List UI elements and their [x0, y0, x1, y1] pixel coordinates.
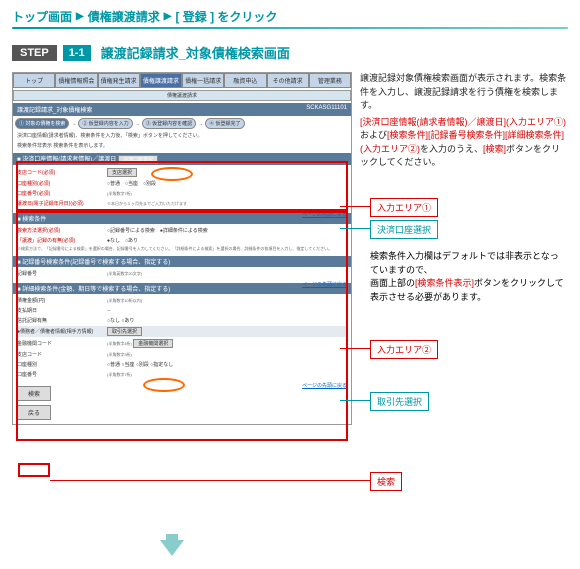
section-account-header: ■ 決済口座情報(請求者情報)／譲渡日 決済口座選択 — [13, 153, 351, 165]
branch-code-label: 支店コード(必須) — [17, 169, 107, 176]
page-top-link-3[interactable]: ページの先頭に戻る — [302, 382, 347, 389]
callout-account-select: 決済口座選択 — [370, 220, 438, 239]
panel-title: 譲渡記録請求_対象債権検索 — [17, 105, 92, 114]
chevron-right-icon: ▶ — [76, 11, 84, 22]
account-number-label: 口座番号(必須) — [17, 190, 107, 197]
hide-search-note: 検索条件非表示 検索条件を表示します。 — [13, 141, 351, 151]
account-type-2-label: 口座種別 — [17, 361, 107, 368]
instruction-text: 決済口座情報(請求者情報)、検索条件を入力後、「検索」ボタンを押してください。 — [13, 131, 351, 141]
section-search-header: ■ 検索条件 — [13, 213, 351, 224]
account-type-label: 口座種別(必須) — [17, 180, 107, 187]
panel-code: SCKASG11101 — [306, 105, 347, 114]
breadcrumb-b: 債権譲渡請求 — [88, 8, 160, 25]
account-type-2-radios[interactable]: ○普通 ○当座 ○別段 ○指定なし — [107, 361, 347, 368]
search-method-label: 検索方法選択(必須) — [17, 227, 107, 234]
tab-loan[interactable]: 融資申込 — [224, 73, 266, 88]
breadcrumb-a: トップ画面 — [12, 8, 72, 25]
wizard-step-4: ④ 仮登録完了 — [205, 118, 244, 129]
breadcrumb-c: [ 登録 ] をクリック — [175, 8, 277, 25]
section-record-no-header: ■ 記録番号検索条件(記録番号で検索する場合、指定する) — [13, 256, 351, 267]
step-bar: STEP 1-1 譲渡記録請求_対象債権検索画面 — [0, 43, 580, 72]
branch-code-2-label: 支店コード — [17, 351, 107, 358]
select-account-button[interactable]: 決済口座選択 — [118, 155, 158, 164]
record-no-label: 記録番号 — [17, 270, 107, 277]
page-top-link[interactable]: ページの先頭に戻る — [302, 211, 347, 218]
desc-p2: [決済口座情報(請求者情報)／譲渡日](入力エリア①)および[検索条件][記録番… — [360, 116, 568, 170]
desc-p3b: 画面上部の[検索条件表示]ボタンをクリックして表示させる必要があります。 — [370, 277, 565, 304]
tab-other[interactable]: その他請求 — [267, 73, 309, 88]
section-detail-header: ■ 詳細検索条件(金額、期日等で検索する場合、指定する) — [13, 283, 351, 294]
callout-input-area-2: 入力エリア② — [370, 340, 438, 359]
search-button[interactable]: 検索 — [17, 386, 51, 401]
down-arrow-icon — [160, 540, 184, 556]
page-top-link-2[interactable]: ページの先頭に戻る — [302, 281, 347, 288]
tab-top[interactable]: トップ — [13, 73, 55, 88]
branch-select-button[interactable]: 支店選択 — [107, 168, 137, 177]
desc-p3a: 検索条件入力欄はデフォルトでは非表示となっていますので、 — [370, 250, 565, 277]
panel-header: 譲渡記録請求_対象債権検索 SCKASG11101 — [13, 103, 351, 116]
transfer-date-label: 譲渡日(電子記録年月日)(必須) — [17, 200, 107, 207]
chevron-right-icon: ▶ — [164, 11, 172, 22]
callout-input-area-1: 入力エリア① — [370, 198, 438, 217]
wizard-step-1: ① 対象の債権を検索 — [15, 118, 69, 129]
bank-select-button[interactable]: 金融機関選択 — [133, 339, 173, 348]
highlight-search-btn — [18, 463, 50, 477]
wizard: ① 対象の債権を検索→ ② 仮登録内容を入力→ ③ 仮登録内容を確認→ ④ 仮登… — [13, 116, 351, 131]
transfer-record-radios[interactable]: ●なし ○あり — [107, 237, 347, 244]
account-type-radios[interactable]: ○普通 ○当座 ○別段 — [107, 180, 347, 187]
counterpart-group-label: ●債務者／債権者情報(相手方情報) — [17, 328, 107, 335]
bank-code-label: 金融機関コード — [17, 340, 107, 347]
account-no-2-label: 口座番号 — [17, 371, 107, 378]
wizard-step-3: ③ 仮登録内容を確認 — [142, 118, 196, 129]
divider — [12, 27, 568, 29]
description-panel: 譲渡記録対象債権検索画面が表示されます。検索条件を入力し、譲渡記録請求を行う債権… — [360, 72, 568, 173]
step-title: 譲渡記録請求_対象債権検索画面 — [101, 43, 290, 62]
counterpart-select-button[interactable]: 取引先選択 — [107, 327, 142, 336]
payment-date-label: 支払期日 — [17, 307, 107, 314]
tab-admin[interactable]: 管理業務 — [309, 73, 351, 88]
step-number: 1-1 — [63, 45, 91, 61]
tab-issue[interactable]: 債権発生請求 — [98, 73, 140, 88]
trust-record-radios[interactable]: ○なし ○あり — [107, 317, 347, 324]
tab-inquiry[interactable]: 債権情報照会 — [55, 73, 97, 88]
tab-bulk[interactable]: 債権一括請求 — [182, 73, 224, 88]
search-method-note: ※検索方法で、「記録番号による検索」を選択の場合、記録番号を入力してください。「… — [17, 246, 347, 252]
wizard-step-2: ② 仮登録内容を入力 — [78, 118, 132, 129]
back-button[interactable]: 戻る — [17, 405, 51, 420]
app-screenshot: トップ 債権情報照会 債権発生請求 債権譲渡請求 債権一括請求 融資申込 その他… — [12, 72, 352, 425]
search-method-radios[interactable]: ○記録番号による検索 ●詳細条件による検索 — [107, 227, 347, 234]
amount-label: 債権金額(円) — [17, 297, 107, 304]
breadcrumb: トップ画面 ▶ 債権譲渡請求 ▶ [ 登録 ] をクリック — [0, 0, 580, 27]
tab-transfer[interactable]: 債権譲渡請求 — [140, 73, 182, 88]
main-tabs: トップ 債権情報照会 債権発生請求 債権譲渡請求 債権一括請求 融資申込 その他… — [13, 73, 351, 88]
desc-p1: 譲渡記録対象債権検索画面が表示されます。検索条件を入力し、譲渡記録請求を行う債権… — [360, 72, 568, 113]
callout-search: 検索 — [370, 472, 402, 491]
trust-record-label: 信託記録有無 — [17, 317, 107, 324]
step-label: STEP — [12, 45, 57, 61]
callout-counterpart-select: 取引先選択 — [370, 392, 429, 411]
transfer-record-label: 「譲渡」記録の有無(必須) — [17, 237, 107, 244]
subtab-transfer[interactable]: 債権譲渡請求 — [13, 90, 351, 101]
